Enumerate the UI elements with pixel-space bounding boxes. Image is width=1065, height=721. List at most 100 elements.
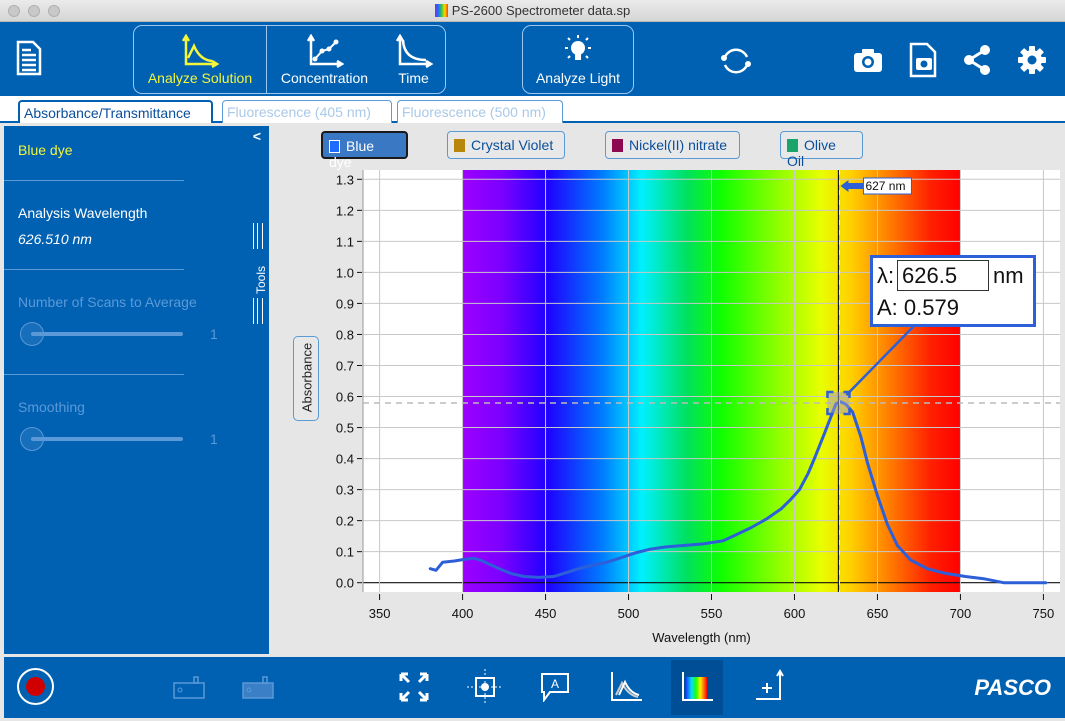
- y-tick-label: 0.5: [336, 421, 354, 436]
- record-button[interactable]: [17, 668, 54, 705]
- multi-peak-icon[interactable]: [608, 669, 644, 703]
- data-point: [453, 560, 456, 562]
- spectrum-icon: [682, 672, 713, 701]
- data-point: [619, 557, 622, 559]
- expand-icon[interactable]: [398, 671, 430, 703]
- record-icon: [26, 677, 45, 696]
- add-axis-icon[interactable]: [754, 669, 786, 703]
- scans-value: 1: [210, 326, 218, 342]
- sample-name[interactable]: Blue dye: [18, 142, 72, 158]
- tab-label: Fluorescence (500 nm): [402, 104, 546, 120]
- window-title: PS-2600 Spectrometer data.sp: [0, 3, 1065, 18]
- divider: [4, 374, 184, 375]
- absorbance-readout: A: 0.579: [877, 295, 959, 320]
- data-point: [441, 561, 444, 564]
- tab-label: Fluorescence (405 nm): [227, 104, 371, 120]
- data-point: [682, 544, 685, 547]
- window-titlebar: PS-2600 Spectrometer data.sp: [0, 0, 1065, 22]
- share-button[interactable]: [962, 44, 992, 76]
- data-point: [813, 457, 816, 460]
- swatch: [329, 140, 340, 153]
- data-point: [860, 436, 862, 438]
- camera-button[interactable]: [852, 46, 884, 74]
- data-point: [896, 544, 899, 547]
- divider: [4, 180, 184, 181]
- bottom-toolbar: A PASCO: [4, 657, 1065, 718]
- lambda-prefix: λ:: [877, 263, 895, 288]
- x-tick-label: 750: [1033, 606, 1055, 621]
- tab-absorbance-transmittance[interactable]: Absorbance/Transmittance: [18, 100, 213, 123]
- data-point: [664, 546, 666, 548]
- data-point: [886, 523, 889, 526]
- app-icon: [434, 4, 448, 17]
- scans-slider[interactable]: [31, 332, 183, 336]
- y-tick-label: 0.2: [336, 514, 354, 529]
- sensor-device-2-icon[interactable]: [241, 675, 277, 701]
- y-tick-label: 1.2: [336, 203, 354, 218]
- settings-button[interactable]: [1016, 44, 1048, 76]
- cursor-readout[interactable]: λ: 626.5 nm A: 0.579: [870, 255, 1036, 327]
- data-point: [594, 563, 597, 566]
- data-point: [634, 552, 636, 554]
- swatch: [787, 139, 798, 152]
- annotation-icon[interactable]: A: [540, 672, 570, 702]
- tools-drawer-handle[interactable]: Tools: [253, 223, 268, 325]
- pasco-logo: PASCO: [974, 675, 1051, 700]
- data-point: [435, 569, 437, 572]
- snapshot-file-button[interactable]: [908, 42, 938, 78]
- legend-olive-oil[interactable]: Olive Oil: [780, 131, 863, 169]
- swatch: [454, 139, 465, 152]
- scans-slider-knob[interactable]: [20, 322, 44, 346]
- data-point: [553, 575, 555, 578]
- file-button[interactable]: [14, 40, 44, 78]
- x-tick-label: 550: [701, 606, 723, 621]
- x-tick-label: 350: [369, 606, 391, 621]
- mode-time[interactable]: Time: [382, 26, 445, 93]
- data-point: [481, 560, 484, 562]
- analysis-wavelength-value: 626.510 nm: [18, 231, 92, 247]
- tab-fluorescence-405[interactable]: Fluorescence (405 nm): [222, 100, 392, 123]
- y-tick-label: 0.1: [336, 545, 354, 560]
- legend-blue-dye[interactable]: Blue dye: [321, 131, 408, 170]
- collapse-sidebar-button[interactable]: <: [253, 128, 261, 144]
- cursor-flag-label: 627 nm: [865, 179, 905, 193]
- smoothing-slider[interactable]: [31, 437, 183, 441]
- legend-crystal-violet[interactable]: Crystal Violet: [447, 131, 565, 159]
- data-point: [982, 577, 985, 580]
- smoothing-slider-knob[interactable]: [20, 427, 44, 451]
- data-point: [606, 561, 608, 564]
- x-tick-label: 700: [950, 606, 972, 621]
- mode-analyze-light[interactable]: Analyze Light: [522, 25, 634, 94]
- data-point: [780, 508, 782, 510]
- swatch: [612, 139, 623, 152]
- svg-text:A: A: [551, 677, 559, 691]
- absorbance-chart[interactable]: 0.0 0.1 0.2 0.3 0.4 0.5 0.6 0.7 0.8 0.9 1.0 1.1 1.2 1…: [270, 160, 1065, 650]
- data-point: [866, 462, 869, 464]
- tab-label: Absorbance/Transmittance: [24, 105, 191, 121]
- absorbance-peak-icon: [181, 34, 220, 68]
- tools-label: Tools: [254, 265, 269, 295]
- x-axis-label: Wavelength (nm): [652, 630, 751, 645]
- sync-button[interactable]: [718, 44, 754, 78]
- data-point: [790, 498, 792, 500]
- lambda-input[interactable]: 626.5: [897, 260, 989, 291]
- legend-nickel-nitrate[interactable]: Nickel(II) nitrate: [605, 131, 740, 159]
- x-tick-label: 400: [452, 606, 474, 621]
- data-point: [926, 567, 929, 570]
- data-point: [722, 540, 724, 542]
- mode-analyze-solution[interactable]: Analyze Solution: [134, 26, 266, 93]
- data-point: [851, 411, 854, 413]
- sensor-device-icon[interactable]: [172, 675, 208, 701]
- tab-fluorescence-500[interactable]: Fluorescence (500 nm): [397, 100, 563, 123]
- cursor-point-marker[interactable]: [827, 392, 850, 415]
- mode-concentration[interactable]: Concentration: [267, 26, 382, 93]
- spectrum-button[interactable]: [671, 660, 723, 715]
- data-point: [538, 576, 540, 579]
- scans-label: Number of Scans to Average: [18, 294, 197, 310]
- crosshair-icon[interactable]: [467, 669, 503, 705]
- data-point: [702, 543, 705, 545]
- camera-icon: [854, 49, 882, 72]
- data-point: [1045, 581, 1048, 584]
- grip-lines: [253, 223, 263, 249]
- data-point: [523, 575, 525, 578]
